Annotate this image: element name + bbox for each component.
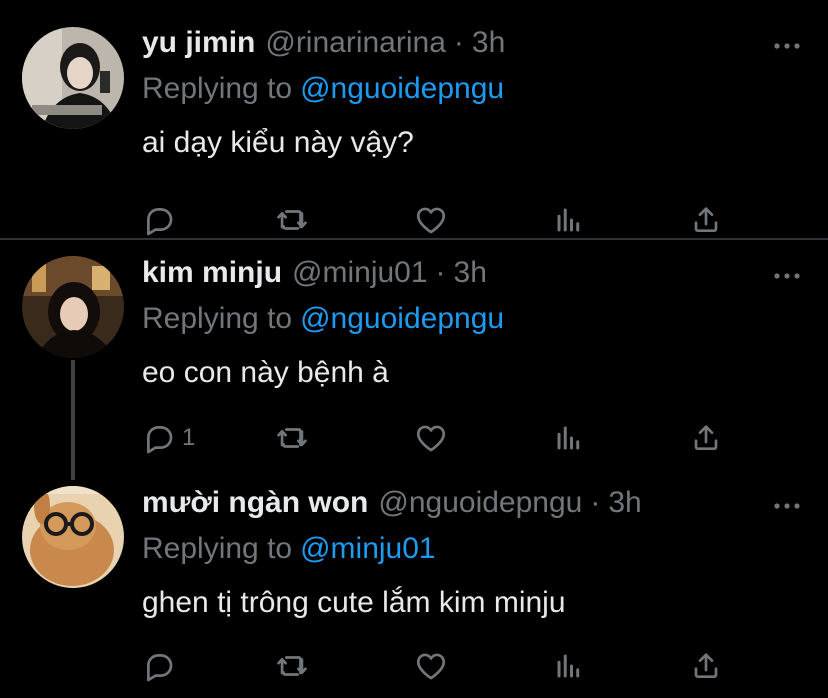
reply-icon — [142, 203, 176, 237]
tweet-text: eo con này bệnh à — [142, 356, 389, 389]
retweet-icon — [274, 421, 310, 455]
share-icon — [690, 421, 722, 455]
reply-icon — [142, 649, 176, 683]
separator: · — [590, 486, 601, 519]
tweet-2[interactable]: kim minju @minju01 · 3h Replying to @nguoide… — [0, 256, 828, 466]
heart-icon — [414, 649, 448, 683]
tweet-actions — [142, 646, 742, 686]
retweet-button[interactable] — [274, 418, 310, 458]
reply-count: 1 — [182, 424, 196, 451]
analytics-icon — [554, 203, 584, 237]
tweet-text: ai dạy kiểu này vậy? — [142, 126, 414, 159]
reply-icon — [142, 421, 176, 455]
tweet-actions: 1 — [142, 418, 742, 458]
more-icon[interactable] — [772, 36, 802, 56]
replying-prefix: Replying to — [142, 72, 293, 105]
share-button[interactable] — [690, 418, 722, 458]
replying-prefix: Replying to — [142, 532, 293, 565]
tweet-3[interactable]: mười ngàn won @nguoidepngu · 3h Replying to… — [0, 486, 828, 698]
analytics-icon — [554, 649, 584, 683]
views-button[interactable] — [554, 200, 584, 240]
timestamp[interactable]: 3h — [608, 486, 641, 519]
avatar[interactable] — [22, 486, 124, 588]
like-button[interactable] — [414, 418, 448, 458]
views-button[interactable] — [554, 646, 584, 686]
user-handle[interactable]: @nguoidepngu — [378, 486, 582, 519]
reply-button[interactable]: 1 — [142, 418, 195, 458]
reply-button[interactable] — [142, 200, 182, 240]
retweet-button[interactable] — [274, 646, 310, 686]
replying-to-link[interactable]: @nguoidepngu — [300, 72, 504, 105]
separator: · — [453, 26, 464, 59]
reply-button[interactable] — [142, 646, 182, 686]
replying-to-link[interactable]: @nguoidepngu — [300, 302, 504, 335]
retweet-icon — [274, 203, 310, 237]
share-icon — [690, 203, 722, 237]
retweet-icon — [274, 649, 310, 683]
display-name[interactable]: kim minju — [142, 256, 282, 289]
tweet-header: yu jimin @rinarinarina · 3h — [142, 26, 505, 70]
share-button[interactable] — [690, 646, 722, 686]
analytics-icon — [554, 421, 584, 455]
display-name[interactable]: mười ngàn won — [142, 486, 368, 519]
like-button[interactable] — [414, 646, 448, 686]
timestamp[interactable]: 3h — [454, 256, 487, 289]
replying-to: Replying to @nguoidepngu — [142, 72, 504, 106]
user-handle[interactable]: @minju01 — [292, 256, 428, 289]
display-name[interactable]: yu jimin — [142, 26, 255, 59]
tweet-header: mười ngàn won @nguoidepngu · 3h — [142, 486, 642, 530]
divider — [0, 238, 828, 240]
share-icon — [690, 649, 722, 683]
tweet-actions — [142, 200, 742, 240]
tweet-text: ghen tị trông cute lắm kim minju — [142, 586, 566, 619]
views-button[interactable] — [554, 418, 584, 458]
retweet-button[interactable] — [274, 200, 310, 240]
heart-icon — [414, 421, 448, 455]
replying-to-link[interactable]: @minju01 — [300, 532, 436, 565]
thread-connector — [71, 360, 75, 480]
separator: · — [435, 256, 446, 289]
more-icon[interactable] — [772, 266, 802, 286]
tweet-header: kim minju @minju01 · 3h — [142, 256, 487, 300]
share-button[interactable] — [690, 200, 722, 240]
heart-icon — [414, 203, 448, 237]
replying-to: Replying to @minju01 — [142, 532, 436, 566]
avatar[interactable] — [22, 27, 124, 129]
more-icon[interactable] — [772, 496, 802, 516]
replying-to: Replying to @nguoidepngu — [142, 302, 504, 336]
like-button[interactable] — [414, 200, 448, 240]
avatar[interactable] — [22, 256, 124, 358]
timestamp[interactable]: 3h — [472, 26, 505, 59]
tweet-1[interactable]: yu jimin @rinarinarina · 3h Replying to @ngu… — [0, 26, 828, 236]
replying-prefix: Replying to — [142, 302, 293, 335]
user-handle[interactable]: @rinarinarina — [265, 26, 446, 59]
